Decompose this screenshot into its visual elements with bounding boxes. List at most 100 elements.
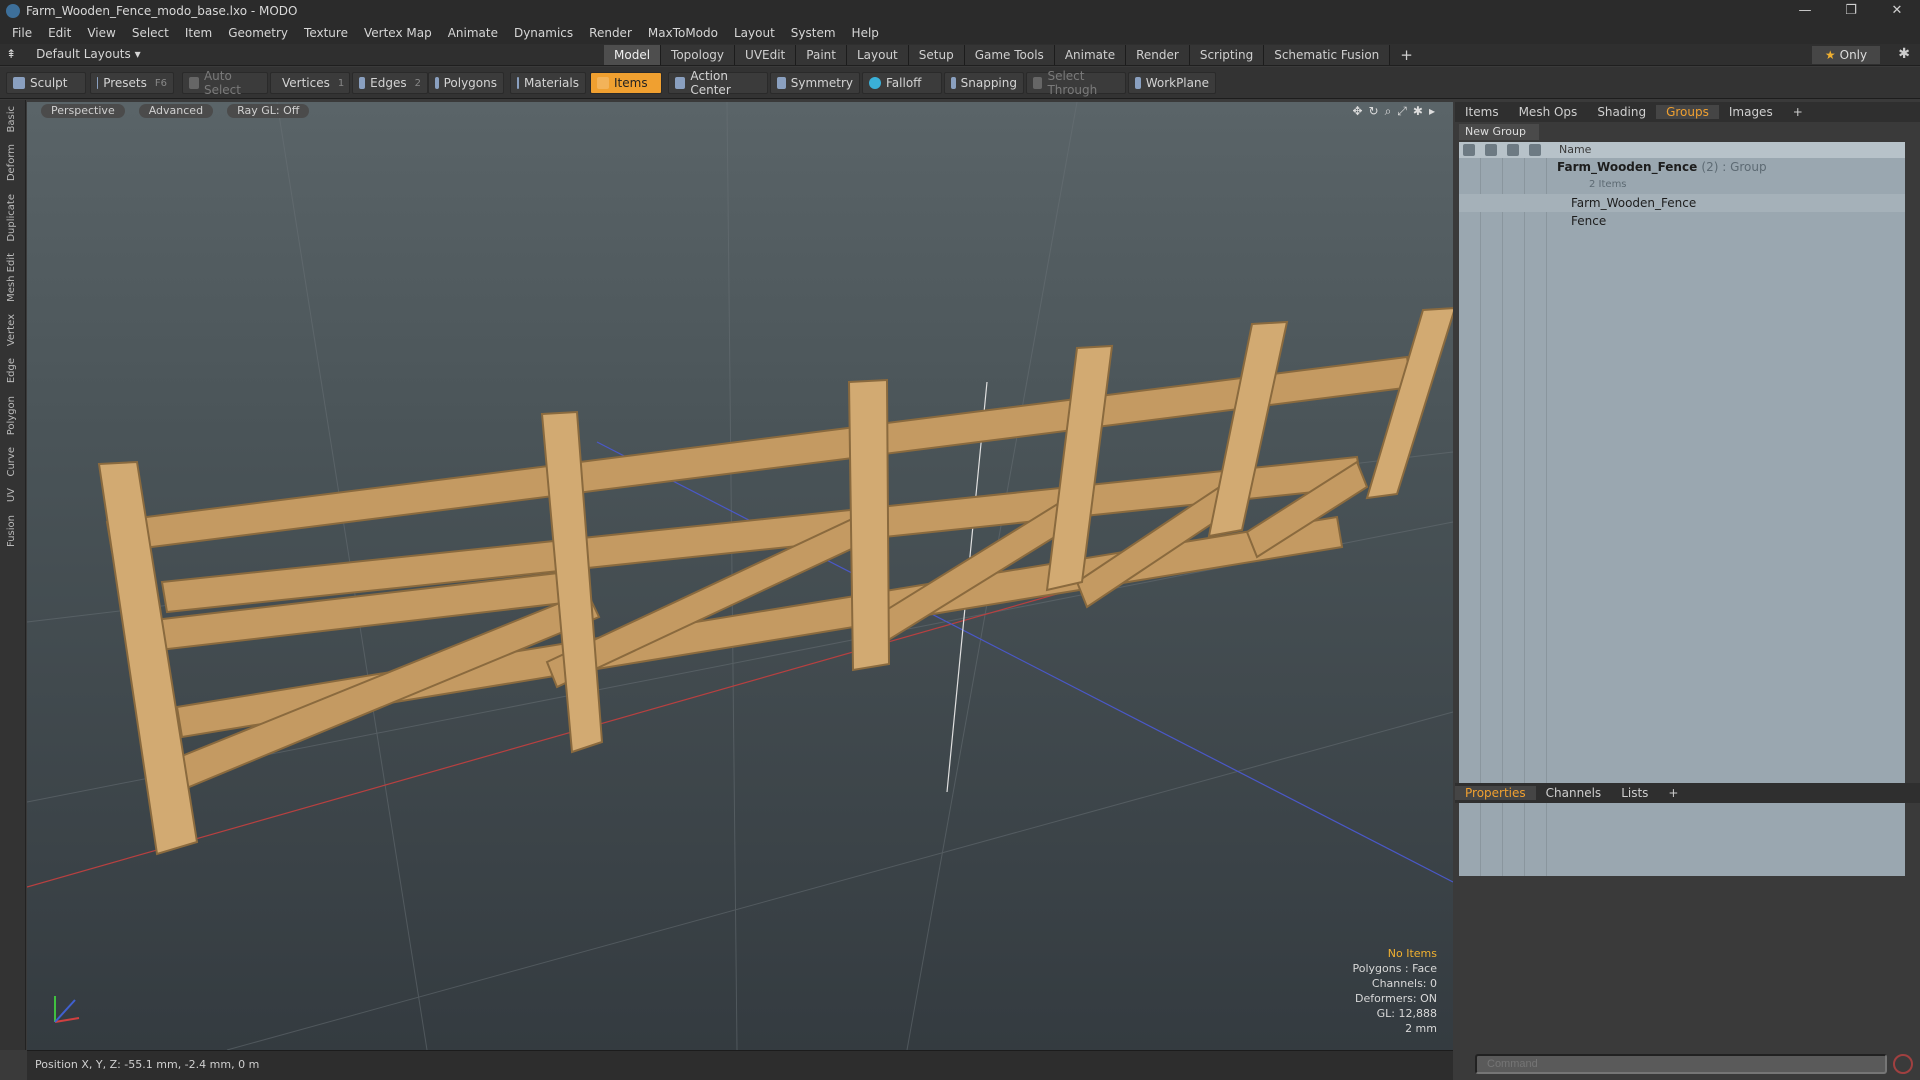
expand-arrow-icon[interactable]: ▸ xyxy=(1429,104,1435,119)
tab-paint[interactable]: Paint xyxy=(796,45,847,65)
tab-game-tools[interactable]: Game Tools xyxy=(964,45,1055,65)
mesh-item-label: Farm_Wooden_Fence xyxy=(1571,196,1697,210)
snapping-button[interactable]: Snapping xyxy=(944,72,1024,94)
select-through-button[interactable]: Select Through xyxy=(1026,69,1126,97)
side-tab-curve[interactable]: Curve xyxy=(6,441,17,483)
materials-icon xyxy=(517,77,519,89)
group-row[interactable]: Farm_Wooden_Fence (2) : Group xyxy=(1459,158,1905,176)
materials-button[interactable]: Materials xyxy=(510,72,586,94)
tab-groups[interactable]: Groups xyxy=(1656,105,1719,119)
menu-edit[interactable]: Edit xyxy=(40,26,79,40)
side-tab-mesh-edit[interactable]: Mesh Edit xyxy=(6,247,17,308)
raygl-toggle[interactable]: Ray GL: Off xyxy=(227,104,310,118)
list-item[interactable]: Fence xyxy=(1459,212,1905,230)
render-column-icon[interactable] xyxy=(1485,144,1497,156)
rotate-icon[interactable]: ↻ xyxy=(1369,104,1379,119)
menu-select[interactable]: Select xyxy=(124,26,177,40)
side-tab-edge[interactable]: Edge xyxy=(6,352,17,389)
command-input[interactable] xyxy=(1475,1054,1887,1074)
tab-render[interactable]: Render xyxy=(1126,45,1190,65)
tab-setup[interactable]: Setup xyxy=(908,45,965,65)
position-status: Position X, Y, Z: -55.1 mm, -2.4 mm, 0 m xyxy=(27,1050,1453,1080)
window-controls: — ❐ ✕ xyxy=(1782,0,1920,22)
view-type-dropdown[interactable]: Perspective xyxy=(41,104,125,118)
menu-render[interactable]: Render xyxy=(581,26,640,40)
tab-scripting[interactable]: Scripting xyxy=(1189,45,1265,65)
tab-model[interactable]: Model xyxy=(604,45,662,65)
side-tab-uv[interactable]: UV xyxy=(6,482,17,508)
groups-header: Name xyxy=(1459,142,1905,158)
items-button[interactable]: Items xyxy=(590,72,662,94)
lock-column-icon[interactable] xyxy=(1507,144,1519,156)
menu-layout[interactable]: Layout xyxy=(726,26,783,40)
tab-items[interactable]: Items xyxy=(1455,105,1509,119)
gear-icon[interactable]: ✱ xyxy=(1898,46,1910,62)
default-layouts-dropdown[interactable]: ⇞ Default Layouts ▾ xyxy=(6,47,141,61)
polygons-button[interactable]: Polygons xyxy=(428,72,504,94)
vertices-button[interactable]: Vertices 1 xyxy=(270,72,350,94)
menu-view[interactable]: View xyxy=(79,26,123,40)
tab-mesh-ops[interactable]: Mesh Ops xyxy=(1509,105,1588,119)
3d-viewport[interactable]: Perspective Advanced Ray GL: Off ✥ ↻ ⌕ ⤢… xyxy=(27,102,1453,1050)
add-properties-tab-button[interactable]: + xyxy=(1658,786,1688,800)
menu-dynamics[interactable]: Dynamics xyxy=(506,26,581,40)
tab-animate[interactable]: Animate xyxy=(1054,45,1127,65)
restore-button[interactable]: ❐ xyxy=(1828,0,1874,22)
sculpt-button[interactable]: Sculpt xyxy=(6,72,86,94)
tab-topology[interactable]: Topology xyxy=(661,45,736,65)
menu-vertex-map[interactable]: Vertex Map xyxy=(356,26,440,40)
tab-lists[interactable]: Lists xyxy=(1611,786,1658,800)
tab-uvedit[interactable]: UVEdit xyxy=(735,45,797,65)
symmetry-button[interactable]: Symmetry xyxy=(770,72,860,94)
auto-select-button[interactable]: Auto Select xyxy=(182,69,268,97)
side-tab-vertex[interactable]: Vertex xyxy=(6,308,17,352)
side-tab-fusion[interactable]: Fusion xyxy=(6,509,17,553)
falloff-button[interactable]: Falloff xyxy=(862,72,942,94)
right-panel: Items Mesh Ops Shading Groups Images + N… xyxy=(1455,100,1920,1080)
zoom-icon[interactable]: ⌕ xyxy=(1385,104,1392,119)
settings-icon[interactable]: ✱ xyxy=(1413,104,1423,119)
workplane-icon xyxy=(1135,77,1141,89)
minimize-button[interactable]: — xyxy=(1782,0,1828,22)
workplane-button[interactable]: WorkPlane xyxy=(1128,72,1216,94)
tab-layout[interactable]: Layout xyxy=(846,45,909,65)
add-panel-tab-button[interactable]: + xyxy=(1783,105,1813,119)
action-center-icon xyxy=(675,77,686,89)
action-center-button[interactable]: Action Center xyxy=(668,69,768,97)
menu-help[interactable]: Help xyxy=(844,26,887,40)
group-count-row: 2 Items xyxy=(1459,176,1905,194)
close-button[interactable]: ✕ xyxy=(1874,0,1920,22)
pan-icon[interactable]: ✥ xyxy=(1352,104,1362,119)
menu-file[interactable]: File xyxy=(4,26,40,40)
list-item[interactable]: Farm_Wooden_Fence xyxy=(1459,194,1905,212)
left-tool-tabs: Basic Deform Duplicate Mesh Edit Vertex … xyxy=(0,100,26,1050)
only-button[interactable]: ★ Only xyxy=(1812,46,1880,64)
menu-geometry[interactable]: Geometry xyxy=(220,26,296,40)
tab-shading[interactable]: Shading xyxy=(1587,105,1656,119)
add-tab-button[interactable]: + xyxy=(1390,45,1423,65)
tool-toolbar: Sculpt Presets F6 Auto Select Vertices 1 E… xyxy=(0,67,1920,99)
tab-schematic-fusion[interactable]: Schematic Fusion xyxy=(1264,45,1391,65)
layout-collapse-icon[interactable]: ⇞ xyxy=(6,47,16,61)
tab-channels[interactable]: Channels xyxy=(1536,786,1612,800)
side-tab-polygon[interactable]: Polygon xyxy=(6,390,17,441)
eye-column-icon[interactable] xyxy=(1463,144,1475,156)
side-tab-duplicate[interactable]: Duplicate xyxy=(6,188,17,248)
side-tab-basic[interactable]: Basic xyxy=(6,100,17,138)
tab-images[interactable]: Images xyxy=(1719,105,1783,119)
side-tab-deform[interactable]: Deform xyxy=(6,138,17,187)
menu-maxtomodo[interactable]: MaxToModo xyxy=(640,26,726,40)
menu-system[interactable]: System xyxy=(783,26,844,40)
command-run-icon[interactable] xyxy=(1893,1054,1913,1074)
name-column-header[interactable]: Name xyxy=(1559,143,1591,156)
shading-mode-dropdown[interactable]: Advanced xyxy=(138,104,214,118)
menu-texture[interactable]: Texture xyxy=(296,26,356,40)
new-group-button[interactable]: New Group xyxy=(1459,124,1539,140)
fit-icon[interactable]: ⤢ xyxy=(1397,104,1407,119)
menu-item[interactable]: Item xyxy=(177,26,220,40)
select-column-icon[interactable] xyxy=(1529,144,1541,156)
edges-button[interactable]: Edges 2 xyxy=(352,72,428,94)
menu-animate[interactable]: Animate xyxy=(440,26,506,40)
presets-button[interactable]: Presets F6 xyxy=(90,72,174,94)
tab-properties[interactable]: Properties xyxy=(1455,786,1536,800)
